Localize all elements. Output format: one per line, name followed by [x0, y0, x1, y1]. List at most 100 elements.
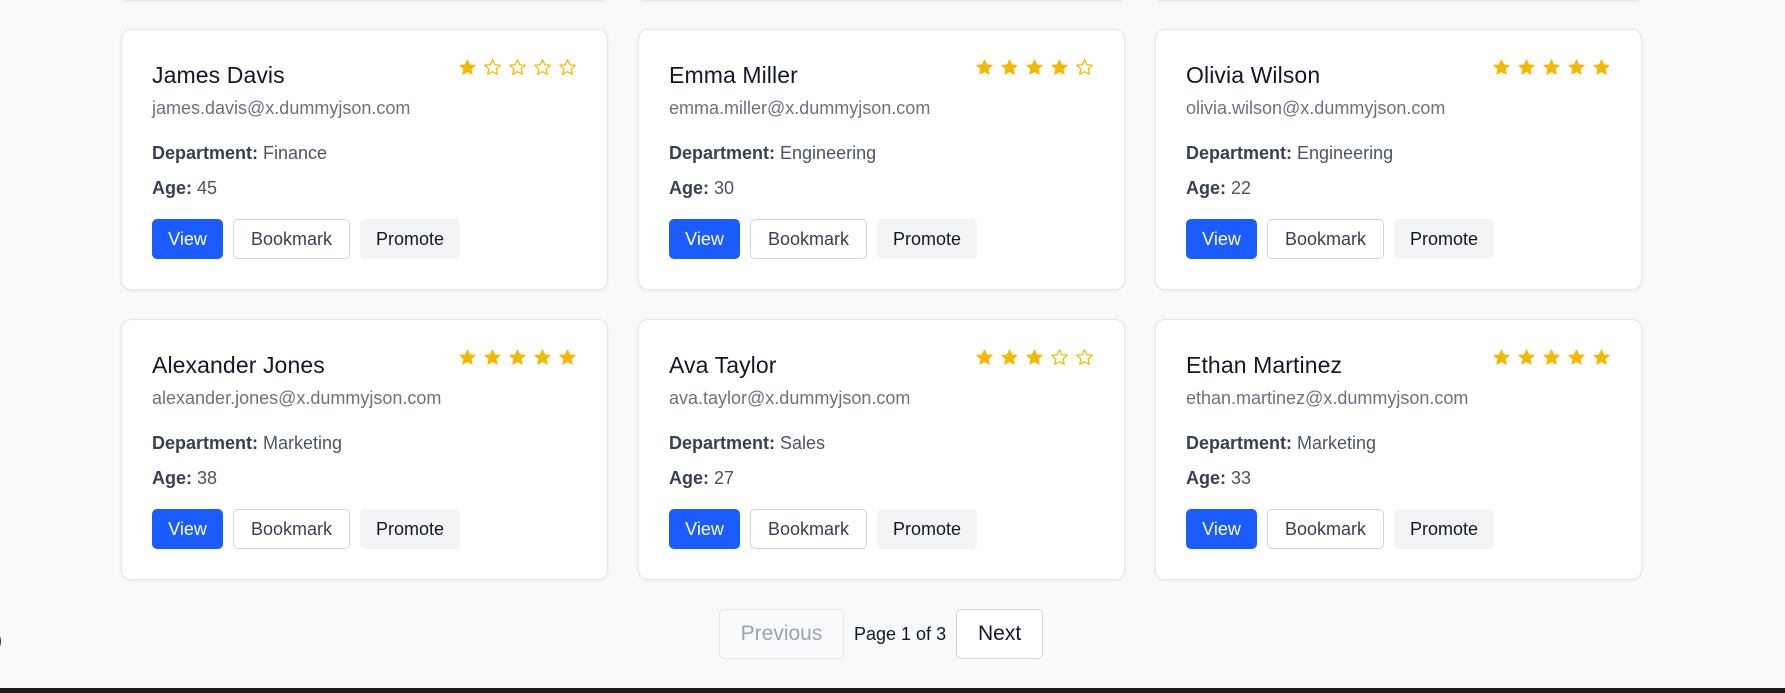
- age-label: Age:: [152, 468, 192, 488]
- department-label: Department:: [1186, 143, 1293, 163]
- taskbar-edge: [0, 688, 1785, 693]
- star-outline-icon: [559, 59, 576, 75]
- view-button[interactable]: View: [1186, 219, 1257, 259]
- star-filled-icon: [1593, 59, 1610, 75]
- department-value: Engineering: [780, 143, 877, 163]
- star-filled-icon: [976, 59, 993, 75]
- promote-button[interactable]: Promote: [877, 219, 977, 259]
- view-button[interactable]: View: [669, 509, 740, 549]
- card-edge: [121, 0, 608, 1]
- age-value: 33: [1231, 468, 1252, 488]
- employee-email: olivia.wilson@x.dummyjson.com: [1186, 98, 1446, 118]
- department-label: Department:: [1186, 433, 1293, 453]
- department-field: Department: Sales: [669, 433, 825, 454]
- star-filled-icon: [1026, 349, 1043, 365]
- employee-card: Olivia Wilson olivia.wilson@x.dummyjson.…: [1155, 29, 1642, 290]
- star-filled-icon: [1518, 59, 1535, 75]
- promote-button[interactable]: Promote: [360, 219, 460, 259]
- star-outline-icon: [1076, 59, 1093, 75]
- department-field: Department: Finance: [152, 143, 327, 164]
- card-actions: View Bookmark Promote: [1186, 219, 1494, 259]
- star-filled-icon: [1001, 349, 1018, 365]
- bookmark-button[interactable]: Bookmark: [750, 219, 867, 259]
- employee-email: alexander.jones@x.dummyjson.com: [152, 388, 442, 408]
- bookmark-button[interactable]: Bookmark: [233, 509, 350, 549]
- star-filled-icon: [459, 59, 476, 75]
- employee-email: james.davis@x.dummyjson.com: [152, 98, 411, 118]
- star-filled-icon: [534, 349, 551, 365]
- age-field: Age: 45: [152, 178, 217, 199]
- star-filled-icon: [1593, 349, 1610, 365]
- age-value: 27: [714, 468, 735, 488]
- department-label: Department:: [152, 433, 259, 453]
- employee-card: Alexander Jones alexander.jones@x.dummyj…: [121, 319, 608, 580]
- star-filled-icon: [1568, 349, 1585, 365]
- employee-card: Ethan Martinez ethan.martinez@x.dummyjso…: [1155, 319, 1642, 580]
- card-actions: View Bookmark Promote: [1186, 509, 1494, 549]
- star-rating: [975, 58, 1094, 77]
- star-filled-icon: [1493, 59, 1510, 75]
- age-field: Age: 30: [669, 178, 734, 199]
- star-rating: [458, 58, 577, 77]
- employee-name: James Davis: [152, 62, 285, 88]
- employee-name: Ava Taylor: [669, 352, 777, 378]
- star-outline-icon: [534, 59, 551, 75]
- card-edge: [638, 0, 1125, 1]
- employee-name: Ethan Martinez: [1186, 352, 1343, 378]
- card-actions: View Bookmark Promote: [152, 219, 460, 259]
- card-actions: View Bookmark Promote: [669, 509, 977, 549]
- employee-card: Emma Miller emma.miller@x.dummyjson.com …: [638, 29, 1125, 290]
- view-button[interactable]: View: [152, 509, 223, 549]
- department-label: Department:: [152, 143, 259, 163]
- star-filled-icon: [1026, 59, 1043, 75]
- bookmark-button[interactable]: Bookmark: [1267, 219, 1384, 259]
- age-label: Age:: [669, 468, 709, 488]
- department-field: Department: Engineering: [669, 143, 876, 164]
- star-outline-icon: [509, 59, 526, 75]
- bookmark-button[interactable]: Bookmark: [233, 219, 350, 259]
- edge-fragment: ): [0, 630, 2, 651]
- view-button[interactable]: View: [1186, 509, 1257, 549]
- employee-directory: James Davis james.davis@x.dummyjson.com …: [0, 0, 1785, 693]
- age-value: 22: [1231, 178, 1252, 198]
- star-rating: [975, 348, 1094, 367]
- star-filled-icon: [1543, 59, 1560, 75]
- promote-button[interactable]: Promote: [877, 509, 977, 549]
- employee-name: Alexander Jones: [152, 352, 325, 378]
- employee-email: ethan.martinez@x.dummyjson.com: [1186, 388, 1469, 408]
- star-rating: [458, 348, 577, 367]
- star-filled-icon: [1001, 59, 1018, 75]
- star-filled-icon: [1543, 349, 1560, 365]
- age-field: Age: 27: [669, 468, 734, 489]
- department-field: Department: Marketing: [1186, 433, 1376, 454]
- view-button[interactable]: View: [152, 219, 223, 259]
- age-value: 45: [197, 178, 218, 198]
- department-value: Finance: [263, 143, 328, 163]
- age-value: 38: [197, 468, 218, 488]
- department-label: Department:: [669, 143, 776, 163]
- employee-card: Ava Taylor ava.taylor@x.dummyjson.com De…: [638, 319, 1125, 580]
- age-label: Age:: [152, 178, 192, 198]
- star-filled-icon: [509, 349, 526, 365]
- department-value: Marketing: [1297, 433, 1377, 453]
- bookmark-button[interactable]: Bookmark: [1267, 509, 1384, 549]
- age-field: Age: 38: [152, 468, 217, 489]
- star-filled-icon: [1051, 59, 1068, 75]
- next-page-button[interactable]: Next: [956, 609, 1044, 659]
- star-filled-icon: [976, 349, 993, 365]
- promote-button[interactable]: Promote: [1394, 219, 1494, 259]
- star-filled-icon: [484, 349, 501, 365]
- star-rating: [1492, 58, 1611, 77]
- star-filled-icon: [1518, 349, 1535, 365]
- promote-button[interactable]: Promote: [360, 509, 460, 549]
- age-label: Age:: [1186, 178, 1226, 198]
- employee-email: ava.taylor@x.dummyjson.com: [669, 388, 911, 408]
- bookmark-button[interactable]: Bookmark: [750, 509, 867, 549]
- star-outline-icon: [1076, 349, 1093, 365]
- previous-page-button[interactable]: Previous: [719, 609, 844, 659]
- view-button[interactable]: View: [669, 219, 740, 259]
- department-value: Sales: [780, 433, 826, 453]
- age-field: Age: 33: [1186, 468, 1251, 489]
- star-filled-icon: [559, 349, 576, 365]
- promote-button[interactable]: Promote: [1394, 509, 1494, 549]
